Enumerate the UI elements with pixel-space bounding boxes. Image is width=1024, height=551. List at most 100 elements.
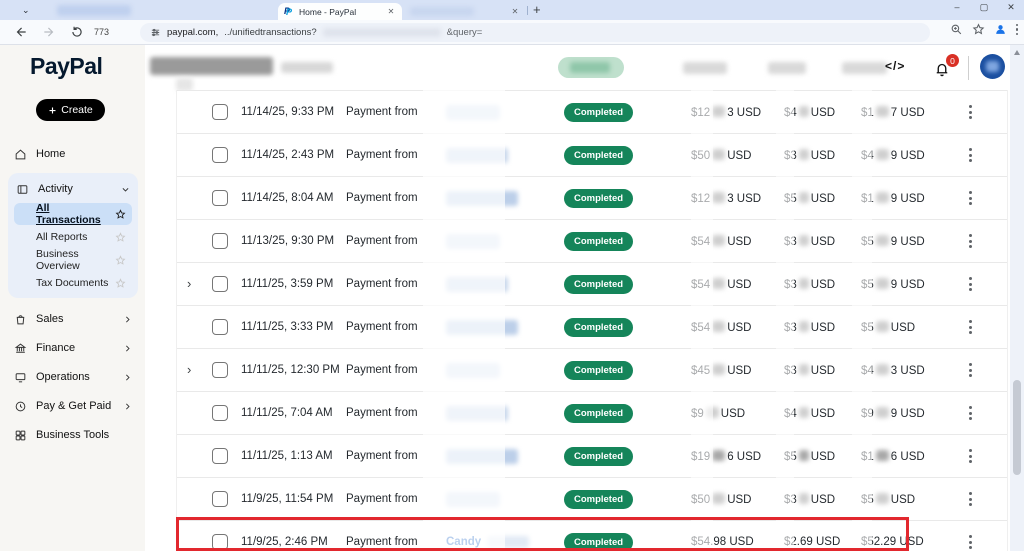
- row-menu-button[interactable]: [961, 406, 1007, 420]
- favorite-star-icon[interactable]: [115, 255, 126, 266]
- site-settings-icon[interactable]: [150, 27, 161, 38]
- redacted-digits: [876, 106, 889, 117]
- status-badge: Completed: [564, 189, 633, 208]
- sidebar-item-all-reports[interactable]: All Reports: [14, 226, 132, 248]
- developer-icon[interactable]: </>: [885, 59, 905, 73]
- row-checkbox[interactable]: [212, 104, 228, 120]
- transaction-row[interactable]: › 11/11/25, 12:30 PM Payment from Comple…: [177, 348, 1007, 391]
- row-menu-button[interactable]: [961, 234, 1007, 248]
- expand-chevron-icon[interactable]: ›: [187, 276, 207, 291]
- transaction-date: 11/11/25, 3:59 PM: [241, 278, 346, 290]
- kebab-icon: [969, 363, 972, 377]
- account-avatar[interactable]: [980, 54, 1005, 79]
- row-menu-button[interactable]: [961, 191, 1007, 205]
- row-checkbox[interactable]: [212, 233, 228, 249]
- transaction-date: 11/9/25, 11:54 PM: [241, 493, 346, 505]
- chevron-right-icon: [123, 315, 132, 324]
- sidebar-item-home[interactable]: Home: [8, 141, 138, 167]
- row-checkbox[interactable]: [212, 534, 228, 550]
- row-checkbox[interactable]: [212, 405, 228, 421]
- redacted-digits: [876, 278, 889, 289]
- expand-chevron-icon[interactable]: ›: [187, 362, 207, 377]
- kebab-icon: [969, 277, 972, 291]
- transaction-row[interactable]: › 11/9/25, 11:54 PM Payment from Complet…: [177, 477, 1007, 520]
- transaction-row[interactable]: › 11/14/25, 8:04 AM Payment from Complet…: [177, 176, 1007, 219]
- maximize-button[interactable]: ▢: [979, 2, 989, 13]
- favorite-star-icon[interactable]: [115, 209, 126, 220]
- gross-amount: $45USD: [636, 364, 761, 377]
- row-menu-button[interactable]: [961, 320, 1007, 334]
- transaction-date: 11/13/25, 9:30 PM: [241, 235, 346, 247]
- page-scrollbar[interactable]: [1010, 45, 1024, 551]
- redacted-digits: [712, 149, 725, 160]
- row-menu-button[interactable]: [961, 535, 1007, 549]
- back-icon[interactable]: [14, 25, 28, 39]
- gross-amount: $54USD: [636, 235, 761, 248]
- toolbar-page-badge: 773: [94, 27, 109, 37]
- sidebar-item-operations[interactable]: Operations: [8, 364, 138, 390]
- kebab-icon: [969, 492, 972, 506]
- favorite-star-icon[interactable]: [115, 232, 126, 243]
- inactive-tab[interactable]: ✕: [404, 3, 526, 20]
- favorite-star-icon[interactable]: [115, 278, 126, 289]
- status-badge: Completed: [564, 490, 633, 509]
- sidebar-item-business-tools[interactable]: Business Tools: [8, 422, 138, 448]
- scroll-up-arrow-icon[interactable]: [1014, 50, 1020, 55]
- transaction-row[interactable]: › 11/11/25, 3:59 PM Payment from Complet…: [177, 262, 1007, 305]
- close-window-button[interactable]: ✕: [1006, 2, 1016, 13]
- new-tab-button[interactable]: +: [533, 2, 541, 17]
- transaction-row[interactable]: › 11/11/25, 3:33 PM Payment from Complet…: [177, 305, 1007, 348]
- transaction-row[interactable]: › 11/11/25, 7:04 AM Payment from Complet…: [177, 391, 1007, 434]
- chevron-right-icon: [123, 402, 132, 411]
- sidebar-item-all-transactions[interactable]: All Transactions: [14, 203, 132, 225]
- browser-menu-icon[interactable]: [1016, 24, 1019, 36]
- row-menu-button[interactable]: [961, 449, 1007, 463]
- sidebar-item-tax-documents[interactable]: Tax Documents: [14, 272, 132, 294]
- row-checkbox[interactable]: [212, 448, 228, 464]
- transaction-row[interactable]: › 11/14/25, 2:43 PM Payment from Complet…: [177, 133, 1007, 176]
- reload-icon[interactable]: [70, 25, 84, 39]
- row-checkbox[interactable]: [212, 362, 228, 378]
- chevron-right-icon: [123, 373, 132, 382]
- notifications-button[interactable]: 0: [933, 56, 955, 80]
- close-tab-icon[interactable]: ✕: [510, 7, 520, 16]
- payer-name-link[interactable]: Candy: [446, 536, 481, 548]
- bookmark-star-icon[interactable]: [972, 23, 985, 36]
- row-checkbox[interactable]: [212, 491, 228, 507]
- forward-icon[interactable]: [42, 25, 56, 39]
- redacted-name: [446, 148, 508, 163]
- row-checkbox[interactable]: [212, 147, 228, 163]
- row-checkbox[interactable]: [212, 319, 228, 335]
- row-menu-button[interactable]: [961, 148, 1007, 162]
- sidebar-item-business-overview[interactable]: Business Overview: [14, 249, 132, 271]
- profile-avatar-icon[interactable]: [994, 23, 1007, 36]
- close-tab-icon[interactable]: ✕: [386, 7, 396, 16]
- transaction-row[interactable]: › 11/11/25, 1:13 AM Payment from Complet…: [177, 434, 1007, 477]
- minimize-button[interactable]: –: [952, 2, 962, 13]
- transaction-row[interactable]: › 11/14/25, 9:33 PM Payment from Complet…: [177, 90, 1007, 133]
- sidebar-item-pay-get-paid[interactable]: Pay & Get Paid: [8, 393, 138, 419]
- sidebar-item-sales[interactable]: Sales: [8, 306, 138, 332]
- transaction-row[interactable]: › 11/9/25, 2:46 PM Payment from Candy Co…: [177, 520, 1007, 551]
- active-tab[interactable]: PP Home - PayPal ✕: [278, 3, 402, 20]
- row-menu-button[interactable]: [961, 363, 1007, 377]
- row-checkbox[interactable]: [212, 276, 228, 292]
- transaction-row[interactable]: › 11/13/25, 9:30 PM Payment from Complet…: [177, 219, 1007, 262]
- tab-title: Home - PayPal: [299, 7, 381, 17]
- row-menu-button[interactable]: [961, 492, 1007, 506]
- row-checkbox[interactable]: [212, 190, 228, 206]
- create-button[interactable]: Create: [36, 99, 105, 121]
- tab-search-chevron-icon[interactable]: ⌄: [22, 5, 34, 16]
- row-menu-button[interactable]: [961, 277, 1007, 291]
- notification-badge: 0: [946, 54, 959, 67]
- redacted-digits: [799, 493, 809, 504]
- zoom-icon[interactable]: [950, 23, 963, 36]
- transaction-type: Payment from: [346, 106, 446, 118]
- row-menu-button[interactable]: [961, 105, 1007, 119]
- address-bar[interactable]: paypal.com, ../unifiedtransactions? &que…: [140, 23, 930, 42]
- sidebar-item-finance[interactable]: Finance: [8, 335, 138, 361]
- scrollbar-thumb[interactable]: [1013, 380, 1021, 475]
- status-badge: Completed: [564, 361, 633, 380]
- sidebar-item-activity[interactable]: Activity: [10, 176, 136, 202]
- browser-toolbar: 773 paypal.com, ../unifiedtransactions? …: [0, 20, 1024, 45]
